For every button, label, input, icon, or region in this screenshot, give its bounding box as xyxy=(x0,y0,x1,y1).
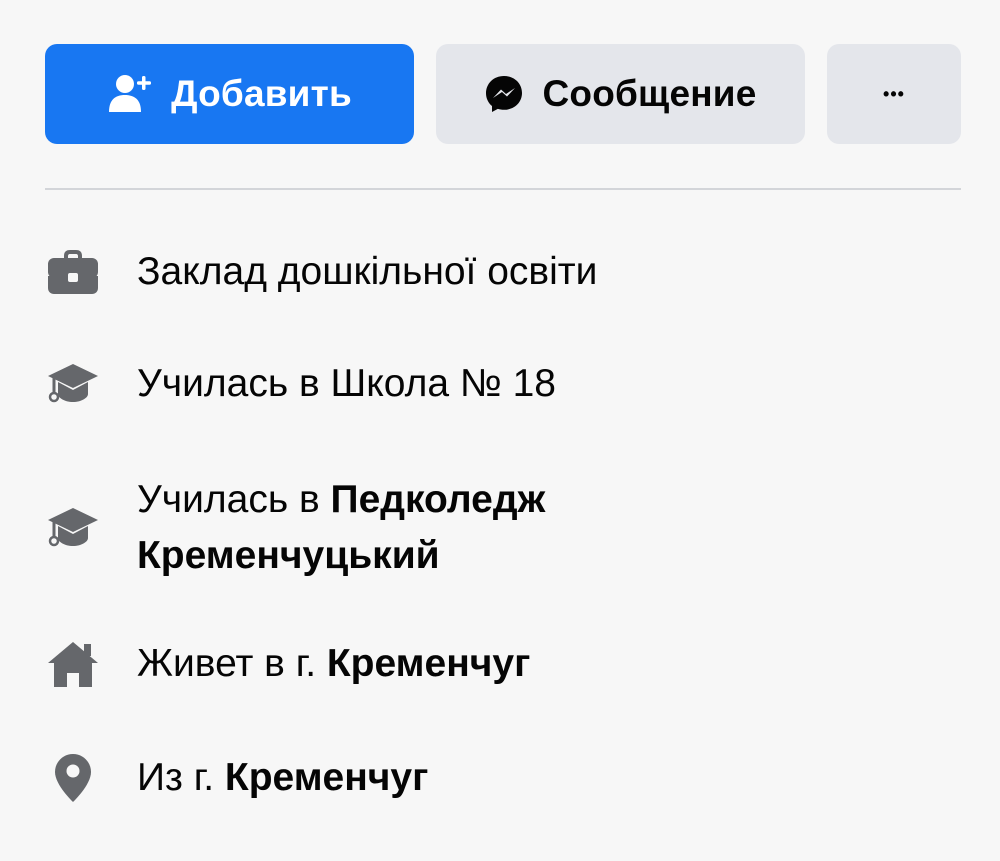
from-text: Из г. Кременчуг xyxy=(137,750,428,806)
lives-prefix: Живет в г. xyxy=(137,642,327,685)
more-options-icon: ••• xyxy=(883,83,905,104)
location-pin-icon xyxy=(45,750,101,806)
school-info-row: Училась в Школа № 18 xyxy=(45,356,961,412)
home-icon xyxy=(45,636,101,692)
add-friend-label: Добавить xyxy=(171,73,352,114)
lives-info-row: Живет в г. Кременчуг xyxy=(45,636,961,692)
messenger-icon xyxy=(484,74,524,114)
college-prefix: Училась в xyxy=(137,478,331,521)
add-friend-button[interactable]: Добавить xyxy=(45,44,414,144)
graduation-cap-icon xyxy=(45,356,101,412)
more-options-button[interactable]: ••• xyxy=(827,44,961,144)
school-text: Училась в Школа № 18 xyxy=(137,362,556,405)
from-place[interactable]: Кременчуг xyxy=(225,756,428,799)
divider xyxy=(45,188,961,190)
from-info-row: Из г. Кременчуг xyxy=(45,750,961,806)
message-label: Сообщение xyxy=(542,73,757,114)
message-button[interactable]: Сообщение xyxy=(436,44,805,144)
graduation-cap-icon xyxy=(45,500,101,556)
work-info-row: Заклад дошкільної освіти xyxy=(45,244,961,300)
work-text: Заклад дошкільної освіти xyxy=(137,250,598,293)
college-text: Училась в Педколедж Кременчуцький xyxy=(137,472,697,584)
briefcase-icon xyxy=(45,244,101,300)
from-prefix: Из г. xyxy=(137,756,225,799)
lives-place[interactable]: Кременчуг xyxy=(327,642,530,685)
lives-text: Живет в г. Кременчуг xyxy=(137,636,530,692)
add-friend-icon xyxy=(107,74,153,114)
college-info-row: Училась в Педколедж Кременчуцький xyxy=(45,472,961,584)
profile-actions: Добавить Сообщение ••• xyxy=(45,44,961,144)
